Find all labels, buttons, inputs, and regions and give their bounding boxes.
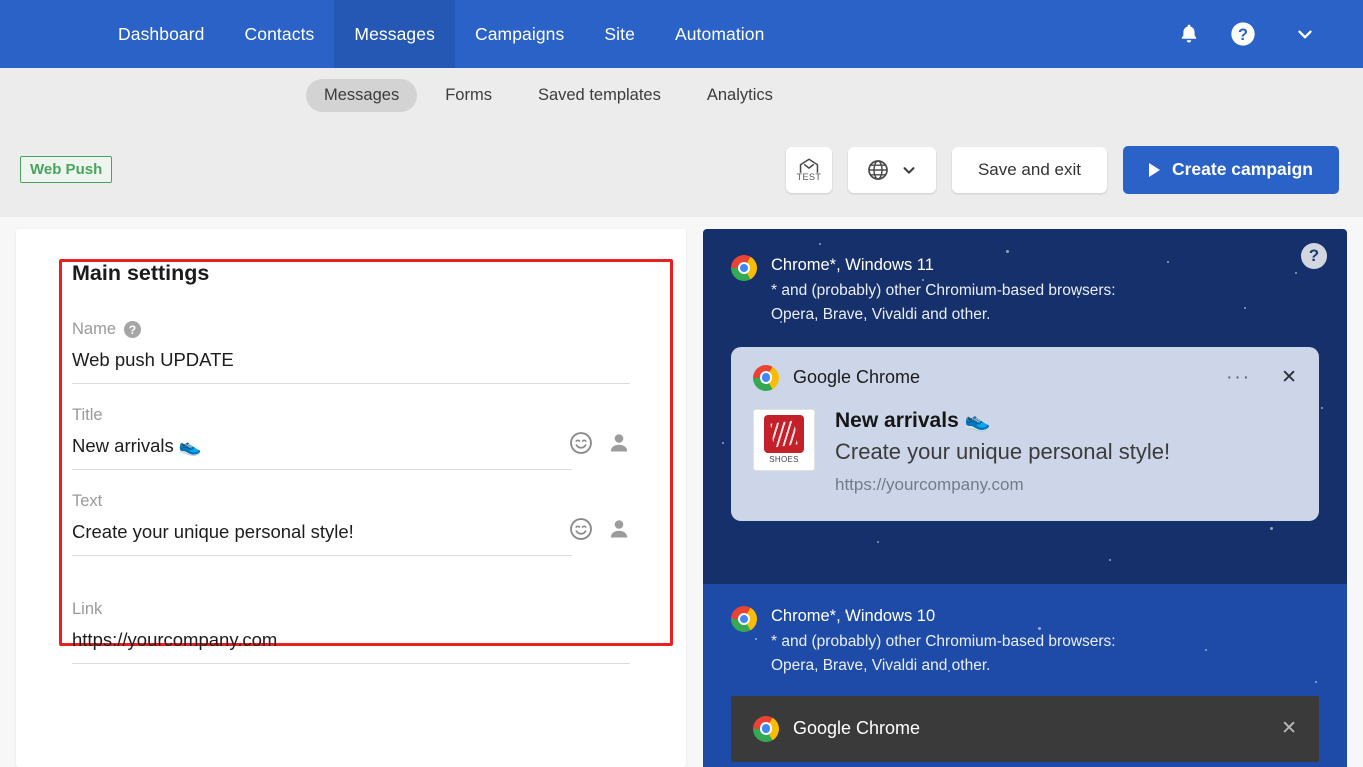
top-nav-items: Dashboard Contacts Messages Campaigns Si… [98, 0, 784, 68]
nav-item-dashboard[interactable]: Dashboard [98, 0, 225, 68]
nav-item-messages[interactable]: Messages [334, 0, 455, 68]
field-label-name: Name ? [72, 320, 630, 339]
toolbar-actions: TEST Save and exit Create campaign [785, 145, 1339, 194]
notification-card-header: Google Chrome ··· ✕ [753, 364, 1297, 391]
create-campaign-label: Create campaign [1171, 159, 1313, 179]
chevron-down-icon [1298, 30, 1312, 39]
notification-text: Create your unique personal style! [835, 438, 1171, 464]
notification-app-name: Google Chrome [793, 367, 921, 388]
preview-note-line-2: Opera, Brave, Vivaldi and other. [771, 656, 991, 674]
chrome-logo-icon [753, 715, 779, 742]
top-navigation-bar: Dashboard Contacts Messages Campaigns Si… [0, 0, 1363, 68]
tab-saved-templates[interactable]: Saved templates [520, 79, 679, 112]
play-icon [1148, 162, 1160, 177]
top-nav-right-actions: ? [1165, 0, 1363, 68]
nav-item-contacts[interactable]: Contacts [225, 0, 335, 68]
notification-card-body: SHOES New arrivals 👟 Create your unique … [753, 408, 1297, 495]
nav-item-site[interactable]: Site [584, 0, 655, 68]
svg-text:?: ? [1238, 26, 1248, 44]
field-label-title: Title [72, 406, 630, 425]
save-and-exit-button[interactable]: Save and exit [951, 146, 1107, 193]
title-input[interactable]: New arrivals 👟 [72, 435, 572, 470]
chrome-logo-icon [731, 606, 757, 632]
chrome-logo-icon [753, 364, 779, 391]
editor-content: Main settings Name ? Web push UPDATE Tit… [0, 217, 1363, 767]
notification-url: https://yourcompany.com [835, 474, 1024, 494]
help-circle-icon: ? [1231, 22, 1255, 46]
personalization-icon[interactable] [608, 517, 630, 541]
preview-os-label: Chrome*, Windows 10 [771, 607, 936, 625]
preview-header-text: Chrome*, Windows 11 * and (probably) oth… [771, 253, 1116, 327]
notification-thumbnail: SHOES [753, 408, 815, 471]
field-name: Name ? Web push UPDATE [72, 320, 630, 384]
preview-section-windows-10: Chrome*, Windows 10 * and (probably) oth… [703, 584, 1347, 767]
shoes-logo-icon [764, 415, 804, 454]
field-label-text-text: Text [72, 492, 103, 510]
emoji-picker-icon[interactable] [568, 516, 594, 542]
field-text: Text Create your unique personal style! [72, 492, 630, 556]
notification-app-name: Google Chrome [793, 718, 921, 739]
field-label-name-text: Name [72, 320, 117, 338]
language-selector-button[interactable] [847, 146, 936, 193]
field-label-link: Link [72, 600, 630, 619]
create-campaign-button[interactable]: Create campaign [1122, 145, 1339, 194]
preview-header-windows-11: Chrome*, Windows 11 * and (probably) oth… [731, 253, 1319, 327]
notification-thumbnail-caption: SHOES [769, 455, 799, 465]
preview-header-text: Chrome*, Windows 10 * and (probably) oth… [771, 604, 1116, 678]
notification-title: New arrivals 👟 [835, 408, 991, 432]
notification-close-icon[interactable]: ✕ [1281, 366, 1297, 389]
notification-card-windows-10[interactable]: Google Chrome ✕ [731, 695, 1319, 762]
personalization-icon[interactable] [608, 431, 630, 455]
test-button-label: TEST [796, 171, 822, 182]
channel-badge-web-push: Web Push [20, 156, 113, 183]
preview-note-line-1: * and (probably) other Chromium-based br… [771, 281, 1116, 299]
nav-item-automation[interactable]: Automation [655, 0, 785, 68]
globe-icon [868, 159, 888, 180]
preview-section-windows-11: ? Chrome*, Windows 11 * and (probably) o… [703, 229, 1347, 584]
notification-content: New arrivals 👟 Create your unique person… [835, 409, 1170, 495]
bell-icon [1181, 24, 1197, 43]
notification-card-actions: ··· ✕ [1226, 366, 1297, 389]
name-help-icon[interactable]: ? [124, 321, 142, 338]
send-test-button[interactable]: TEST [785, 146, 832, 193]
notifications-button[interactable] [1165, 10, 1213, 58]
main-settings-panel: Main settings Name ? Web push UPDATE Tit… [16, 229, 686, 767]
link-input[interactable]: https://yourcompany.com [72, 629, 630, 664]
tab-forms[interactable]: Forms [427, 79, 510, 112]
notification-card-windows-11[interactable]: Google Chrome ··· ✕ SHOES New arrivals 👟… [731, 346, 1319, 521]
text-field-icons [568, 516, 630, 542]
notification-menu-icon[interactable]: ··· [1226, 367, 1251, 389]
field-label-title-text: Title [72, 406, 103, 424]
text-input[interactable]: Create your unique personal style! [72, 521, 572, 556]
editor-toolbar: Web Push TEST Save and exit Create campa… [0, 122, 1363, 217]
help-button[interactable]: ? [1219, 10, 1267, 58]
main-settings-form: Main settings Name ? Web push UPDATE Tit… [16, 261, 686, 664]
chrome-logo-icon [731, 255, 757, 281]
account-menu-button[interactable] [1273, 11, 1337, 57]
preview-header-windows-10: Chrome*, Windows 10 * and (probably) oth… [731, 604, 1319, 678]
preview-os-label: Chrome*, Windows 11 [771, 256, 934, 274]
emoji-picker-icon[interactable] [568, 430, 594, 456]
title-field-icons [568, 430, 630, 456]
notification-close-icon[interactable]: ✕ [1281, 717, 1297, 740]
field-title: Title New arrivals 👟 [72, 406, 630, 470]
preview-help-icon[interactable]: ? [1301, 243, 1327, 269]
section-title-main-settings: Main settings [72, 261, 210, 285]
field-label-text: Text [72, 492, 630, 511]
nav-item-campaigns[interactable]: Campaigns [455, 0, 584, 68]
preview-note-line-2: Opera, Brave, Vivaldi and other. [771, 305, 991, 323]
field-label-link-text: Link [72, 600, 103, 618]
sub-navigation-bar: Messages Forms Saved templates Analytics [0, 68, 1363, 122]
name-input[interactable]: Web push UPDATE [72, 349, 630, 384]
tab-analytics[interactable]: Analytics [689, 79, 791, 112]
field-link: Link https://yourcompany.com [72, 600, 630, 664]
chevron-down-icon [903, 166, 915, 174]
preview-note-line-1: * and (probably) other Chromium-based br… [771, 632, 1116, 650]
tab-messages[interactable]: Messages [306, 78, 418, 112]
notification-preview-panel: ? Chrome*, Windows 11 * and (probably) o… [703, 229, 1347, 767]
